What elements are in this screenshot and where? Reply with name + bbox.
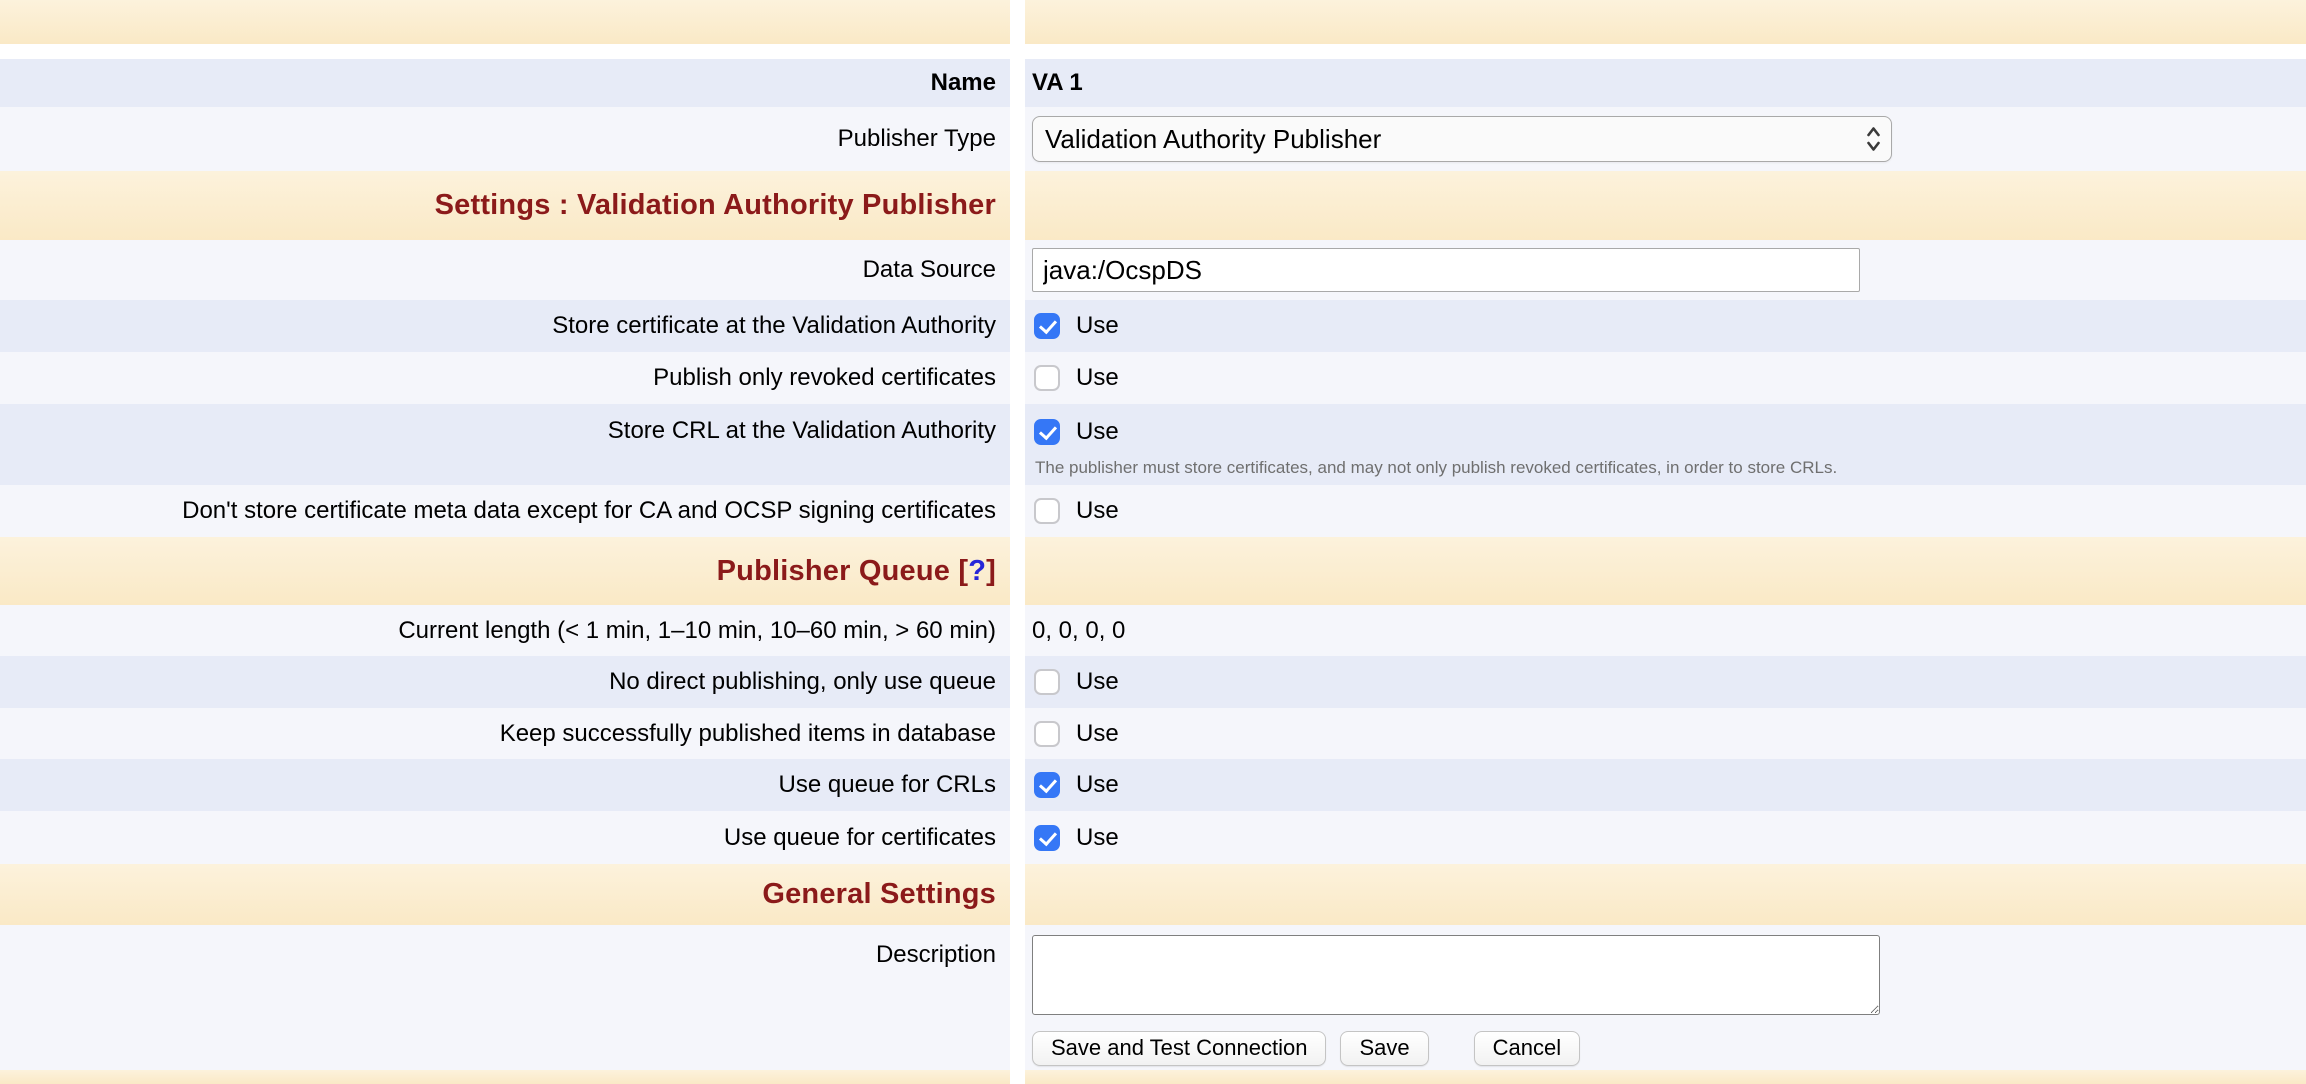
store-certificate-label: Store certificate at the Validation Auth…	[552, 312, 996, 340]
section-header-general-settings: General Settings	[0, 864, 2306, 925]
use-label: Use	[1076, 720, 1119, 748]
no-direct-publishing-checkbox[interactable]	[1034, 669, 1060, 695]
row-publish-only-revoked: Publish only revoked certificates Use	[0, 352, 2306, 404]
row-dont-store-meta: Don't store certificate meta data except…	[0, 485, 2306, 537]
section-header-settings: Settings : Validation Authority Publishe…	[0, 171, 2306, 240]
general-settings-section-title: General Settings	[762, 878, 996, 911]
keep-published-items-checkbox[interactable]	[1034, 721, 1060, 747]
section-header-publisher-queue: Publisher Queue [?]	[0, 537, 2306, 605]
data-source-input[interactable]	[1032, 248, 1860, 292]
use-queue-crls-label: Use queue for CRLs	[779, 771, 996, 799]
bracket-open: [	[958, 555, 968, 587]
store-crl-hint: The publisher must store certificates, a…	[1035, 458, 1837, 478]
row-use-queue-certificates: Use queue for certificates Use	[0, 811, 2306, 864]
description-label: Description	[876, 941, 996, 969]
bottom-band	[0, 1070, 2306, 1084]
use-queue-certificates-label: Use queue for certificates	[724, 824, 996, 852]
use-label: Use	[1076, 364, 1119, 392]
no-direct-publishing-label: No direct publishing, only use queue	[609, 668, 996, 696]
top-band-right	[1025, 0, 2306, 44]
keep-published-items-label: Keep successfully published items in dat…	[500, 720, 996, 748]
data-source-label: Data Source	[863, 256, 996, 284]
use-label: Use	[1076, 497, 1119, 525]
dont-store-meta-checkbox[interactable]	[1034, 498, 1060, 524]
top-band-left	[0, 0, 1010, 44]
use-label: Use	[1076, 312, 1119, 340]
name-label: Name	[931, 69, 996, 97]
current-length-label: Current length (< 1 min, 1–10 min, 10–60…	[398, 617, 996, 645]
row-current-length: Current length (< 1 min, 1–10 min, 10–60…	[0, 605, 2306, 656]
row-spacer	[0, 44, 2306, 59]
store-crl-checkbox[interactable]	[1034, 419, 1060, 445]
use-label: Use	[1076, 418, 1119, 446]
dont-store-meta-label: Don't store certificate meta data except…	[182, 497, 996, 525]
top-band	[0, 0, 2306, 44]
publish-only-revoked-label: Publish only revoked certificates	[653, 364, 996, 392]
store-crl-label: Store CRL at the Validation Authority	[608, 417, 996, 445]
use-queue-crls-checkbox[interactable]	[1034, 772, 1060, 798]
publish-only-revoked-checkbox[interactable]	[1034, 365, 1060, 391]
row-buttons: Save and Test Connection Save Cancel	[0, 1026, 2306, 1070]
cancel-button[interactable]: Cancel	[1474, 1031, 1580, 1066]
row-keep-published-items: Keep successfully published items in dat…	[0, 708, 2306, 759]
description-textarea[interactable]	[1032, 935, 1880, 1015]
save-and-test-connection-button[interactable]: Save and Test Connection	[1032, 1031, 1326, 1066]
publisher-type-select[interactable]: Validation Authority Publisher	[1032, 116, 1892, 162]
publisher-type-label: Publisher Type	[838, 125, 996, 153]
publisher-queue-section-title: Publisher Queue [?]	[717, 555, 996, 588]
store-certificate-checkbox[interactable]	[1034, 313, 1060, 339]
use-label: Use	[1076, 668, 1119, 696]
row-name: Name VA 1	[0, 59, 2306, 107]
publisher-queue-help-link[interactable]: ?	[968, 555, 986, 587]
settings-section-title: Settings : Validation Authority Publishe…	[435, 189, 996, 222]
current-length-value: 0, 0, 0, 0	[1032, 617, 1125, 645]
row-no-direct-publishing: No direct publishing, only use queue Use	[0, 656, 2306, 708]
bracket-close: ]	[986, 555, 996, 587]
row-description: Description	[0, 925, 2306, 1026]
name-value: VA 1	[1032, 69, 1083, 97]
use-label: Use	[1076, 771, 1119, 799]
publisher-type-select-wrap: Validation Authority Publisher	[1032, 116, 1892, 162]
row-data-source: Data Source	[0, 240, 2306, 300]
row-store-crl: Store CRL at the Validation Authority Us…	[0, 404, 2306, 485]
save-button[interactable]: Save	[1340, 1031, 1428, 1066]
use-label: Use	[1076, 824, 1119, 852]
row-use-queue-crls: Use queue for CRLs Use	[0, 759, 2306, 811]
row-store-certificate: Store certificate at the Validation Auth…	[0, 300, 2306, 352]
row-publisher-type: Publisher Type Validation Authority Publ…	[0, 107, 2306, 171]
use-queue-certificates-checkbox[interactable]	[1034, 825, 1060, 851]
